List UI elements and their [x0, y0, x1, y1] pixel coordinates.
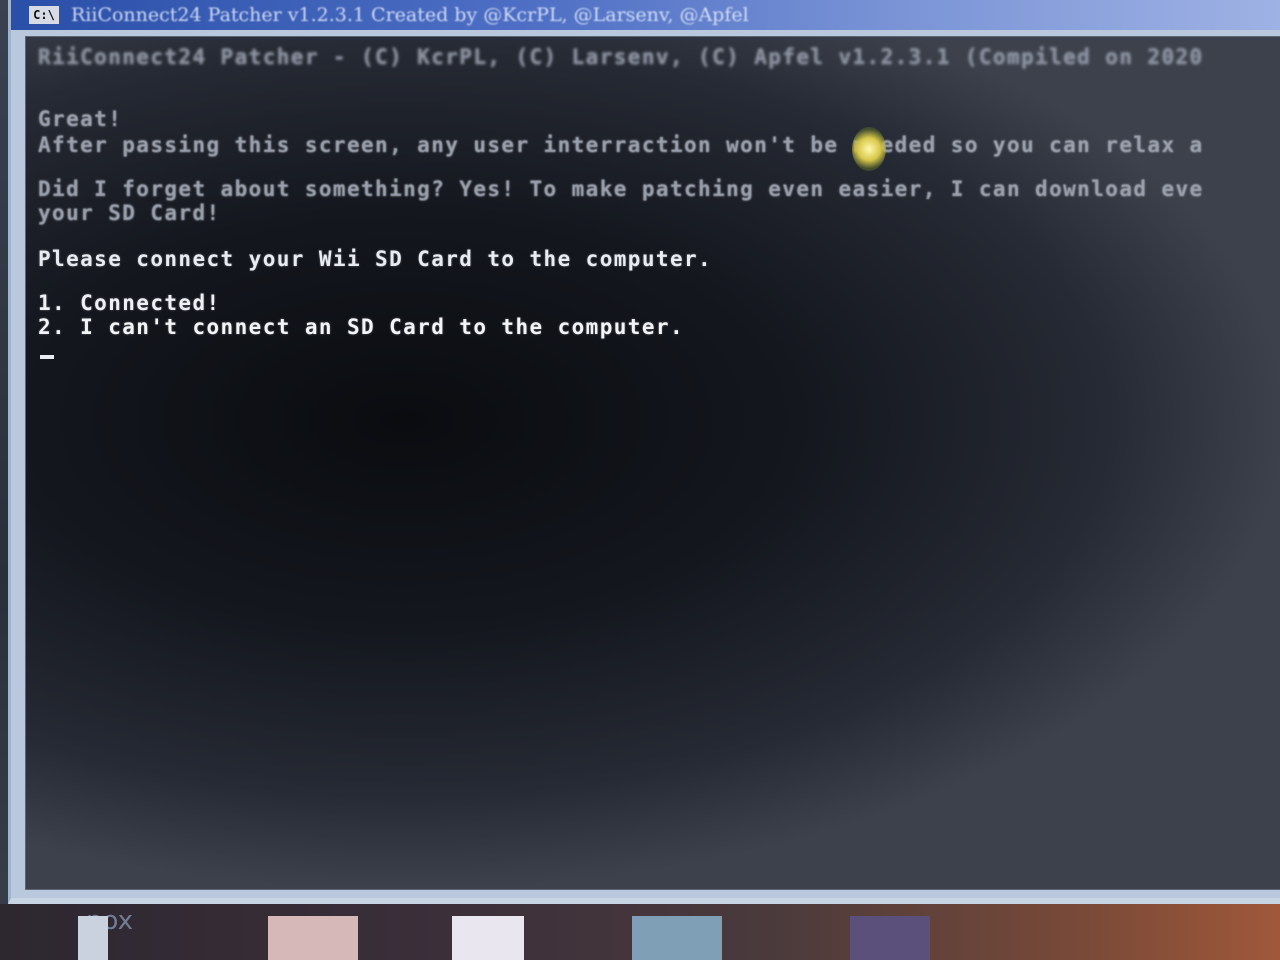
text-cursor[interactable]: [40, 355, 54, 359]
console-line-forget: Did I forget about something? Yes! To ma…: [38, 177, 1204, 201]
console-window[interactable]: C:\ RiiConnect24 Patcher v1.2.3.1 Create…: [8, 0, 1280, 904]
desktop-strip: nox: [0, 904, 1280, 960]
command-prompt-icon[interactable]: C:\: [29, 6, 59, 24]
console-line-please-connect: Please connect your Wii SD Card to the c…: [38, 247, 713, 271]
console-line-sd-card: your SD Card!: [38, 201, 221, 225]
option-connected: 1. Connected!: [38, 291, 221, 315]
title-bar[interactable]: C:\ RiiConnect24 Patcher v1.2.3.1 Create…: [11, 0, 1280, 30]
shortcut-icon[interactable]: [78, 916, 108, 960]
option-cant-connect: 2. I can't connect an SD Card to the com…: [38, 315, 684, 339]
patcher-header: RiiConnect24 Patcher - (C) KcrPL, (C) La…: [38, 45, 1204, 69]
window-title: RiiConnect24 Patcher v1.2.3.1 Created by…: [71, 4, 749, 26]
desktop-icon-2[interactable]: [452, 916, 524, 960]
console-line-great: Great!: [38, 107, 123, 131]
screen-glare: [852, 127, 886, 171]
desktop-icon-4[interactable]: [850, 916, 930, 960]
screen: C:\ RiiConnect24 Patcher v1.2.3.1 Create…: [0, 0, 1280, 960]
console-line-after-passing: After passing this screen, any user inte…: [38, 133, 1204, 157]
console-output[interactable]: RiiConnect24 Patcher - (C) KcrPL, (C) La…: [25, 36, 1280, 890]
desktop-icon-3[interactable]: [632, 916, 722, 960]
desktop-icon-1[interactable]: [268, 916, 358, 960]
